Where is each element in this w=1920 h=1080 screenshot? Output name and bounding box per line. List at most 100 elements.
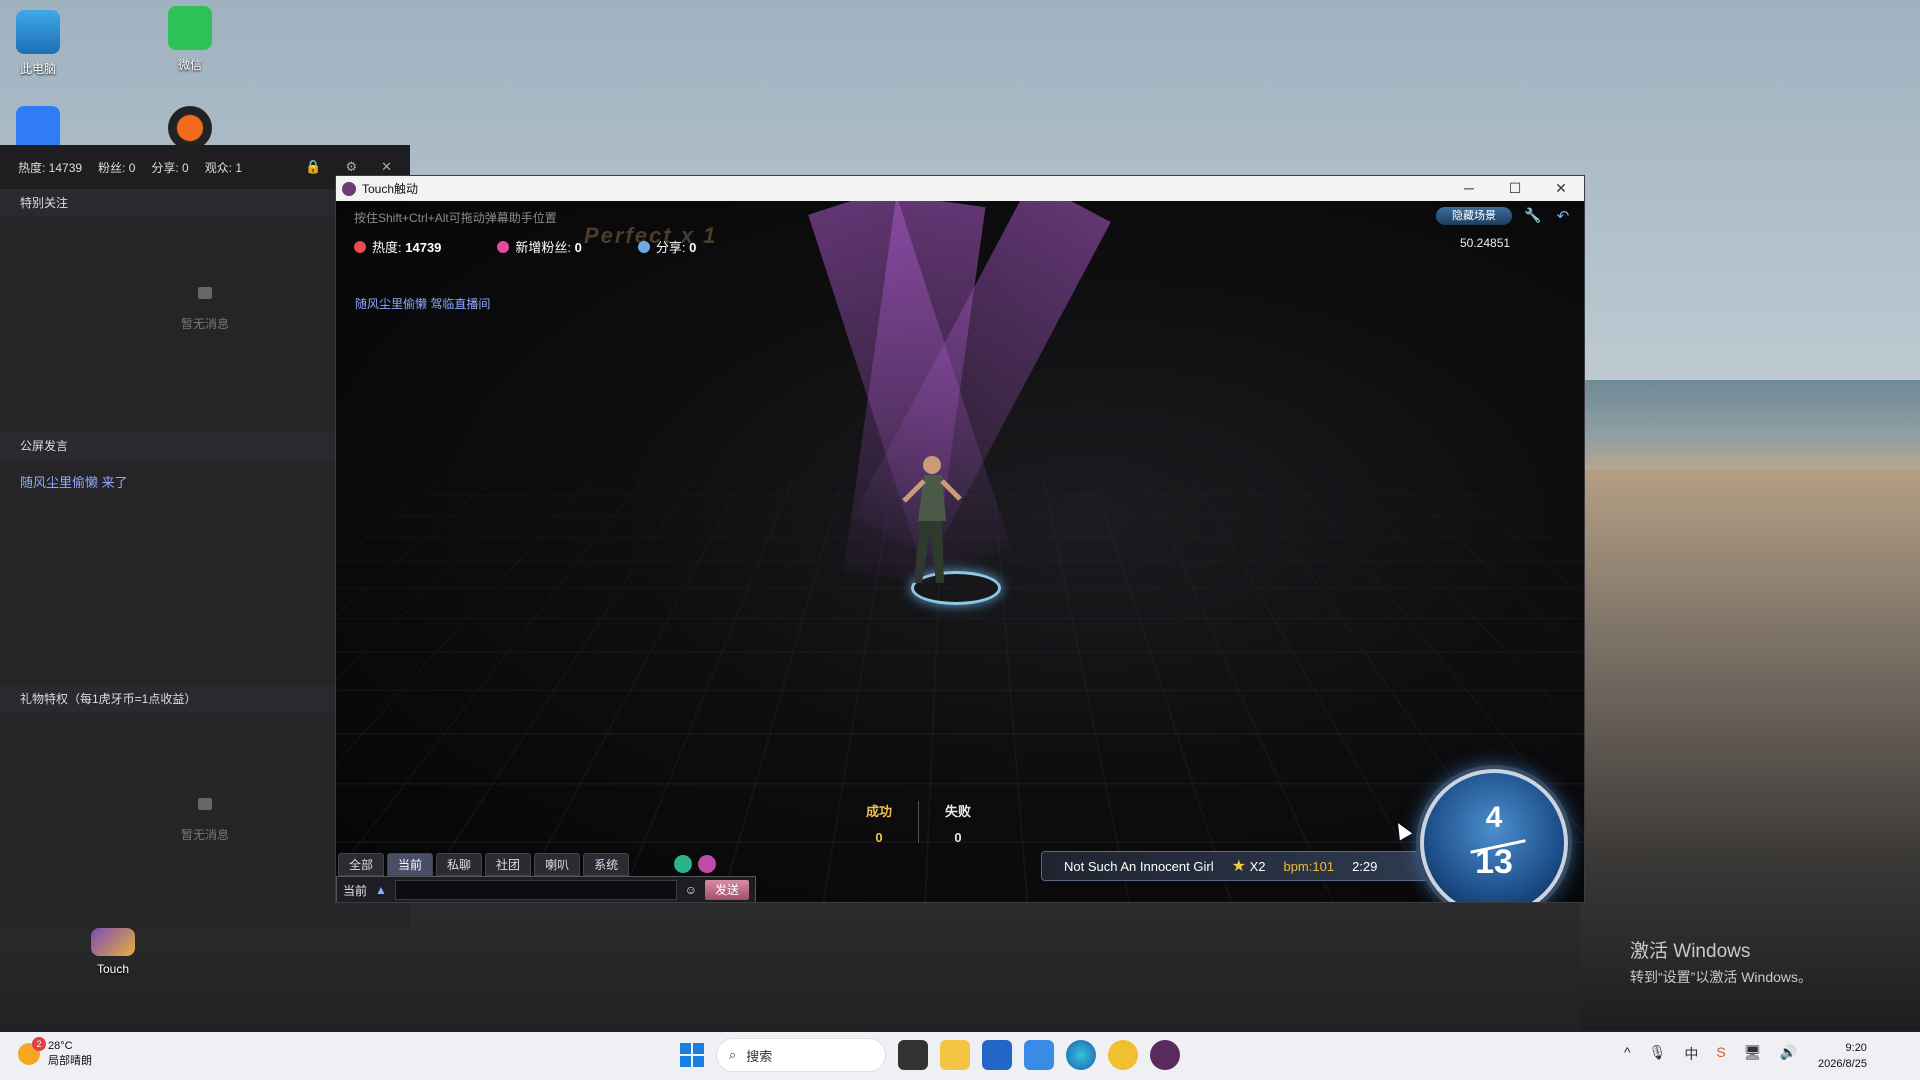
sogou-icon[interactable]: S [1716, 1044, 1725, 1064]
share-label: 分享: [655, 240, 686, 255]
search-placeholder: 搜索 [746, 1048, 773, 1064]
tab-private[interactable]: 私聊 [436, 853, 483, 876]
caret-up-icon[interactable]: ▲ [375, 883, 387, 897]
new-fans-value: 0 [574, 240, 582, 255]
activation-line1: 激活 Windows [1630, 941, 1751, 962]
song-info-bar: Not Such An Innocent Girl ★ X2 bpm:101 2… [1041, 851, 1431, 881]
new-fans-stat: 新增粉丝: 0 [497, 237, 582, 256]
network-icon[interactable]: 🖥 [1744, 1044, 1762, 1064]
overlay-stats: 热度: 14739 新增粉丝: 0 分享: 0 [354, 237, 696, 256]
system-tray: ^ 🎙 中 S 🖥 🔊 [1624, 1044, 1797, 1064]
fire-icon [354, 241, 366, 253]
window-titlebar: Touch触动 ─ ☐ ✕ [336, 176, 1584, 201]
recorder-app-icon [168, 106, 212, 150]
desktop-icon-touch[interactable]: Touch [68, 928, 158, 976]
chevron-up-icon[interactable]: ^ [1624, 1044, 1631, 1064]
windows-activation-watermark: 激活 Windows 转到“设置”以激活 Windows。 [1630, 936, 1812, 987]
star-icon: ★ [1231, 858, 1246, 875]
panel-share: 分享: 0 [151, 160, 189, 175]
fps-readout: 50.24851 [1460, 236, 1511, 250]
multiplier: ★ X2 [1232, 856, 1266, 876]
weather-sun-icon: 2 [18, 1037, 46, 1065]
chat-input[interactable] [394, 880, 677, 900]
panel-fans: 粉丝: 0 [98, 160, 136, 175]
multiplier-value: X2 [1249, 859, 1266, 874]
touch-taskbar-icon[interactable] [1150, 1040, 1180, 1070]
wrench-icon[interactable]: 🔧 [1524, 207, 1542, 225]
qq-app-icon[interactable] [1108, 1040, 1138, 1070]
desktop-icon-label: 微信 [177, 58, 202, 72]
heart-icon [497, 241, 510, 253]
settings-icon[interactable]: ⚙ [345, 159, 357, 175]
microphone-icon[interactable]: 🎙 [1649, 1044, 1667, 1064]
chat-channel-select[interactable]: 当前 [343, 882, 367, 899]
minimize-button[interactable]: ─ [1446, 180, 1492, 197]
wechat-icon [168, 6, 212, 50]
task-view-icon[interactable] [898, 1040, 928, 1070]
maximize-button[interactable]: ☐ [1492, 180, 1538, 197]
tab-guild[interactable]: 社团 [485, 853, 532, 876]
meitu-app-icon [16, 106, 60, 150]
panel-heat: 热度: 14739 [18, 160, 83, 175]
desktop-icon-label: 此电脑 [19, 62, 56, 76]
volume-icon[interactable]: 🔊 [1779, 1044, 1796, 1064]
pink-emoji-icon[interactable] [698, 855, 716, 873]
tab-all[interactable]: 全部 [338, 853, 385, 876]
success-label: 成功 [866, 804, 893, 819]
dancer-character [902, 456, 962, 583]
weather-desc: 局部晴朗 [48, 1055, 92, 1067]
fail-value: 0 [954, 830, 962, 845]
success-value: 0 [875, 830, 883, 845]
share-value: 0 [689, 240, 697, 255]
emoji-icon[interactable]: ☺ [685, 883, 697, 897]
desktop-icon-wechat[interactable]: 微信 [145, 6, 235, 73]
monitor-icon [16, 10, 60, 54]
tab-horn[interactable]: 喇叭 [534, 853, 581, 876]
touch-app-icon [342, 181, 356, 196]
chat-input-row: 当前 ▲ ☺ 发送 [336, 876, 756, 902]
window-title: Touch触动 [362, 182, 419, 196]
new-fans-label: 新增粉丝: [515, 240, 572, 255]
tab-current[interactable]: 当前 [387, 853, 434, 876]
file-explorer-icon[interactable] [940, 1040, 970, 1070]
hide-scene-button[interactable]: 隐藏场景 [1436, 207, 1512, 225]
fail-label: 失败 [945, 804, 972, 819]
chat-tabs: 全部 当前 私聊 社团 喇叭 系统 [338, 853, 630, 876]
windows-start-icon[interactable] [680, 1043, 704, 1067]
gift-privilege-title: 礼物特权（每1虎牙币=1点收益） [20, 692, 197, 706]
edge-browser-icon[interactable] [1066, 1040, 1096, 1070]
empty-tray-icon [198, 798, 212, 810]
close-icon[interactable]: ✕ [381, 159, 392, 175]
tab-system[interactable]: 系统 [583, 853, 630, 876]
heat-value: 14739 [405, 240, 442, 255]
song-bpm: bpm:101 [1283, 858, 1335, 874]
touch-game-icon [91, 928, 135, 956]
weather-temp: 28°C [48, 1040, 73, 1052]
back-arrow-icon[interactable]: ↶ [1554, 207, 1572, 225]
green-emoji-icon[interactable] [674, 855, 692, 873]
send-button[interactable]: 发送 [705, 880, 749, 900]
taskbar-clock[interactable]: 9:20 2026/8/25 [1818, 1040, 1867, 1072]
lock-icon[interactable]: 🔒 [305, 159, 321, 175]
share-icon [637, 241, 650, 253]
song-time: 2:29 [1352, 858, 1378, 874]
close-button[interactable]: ✕ [1538, 180, 1584, 197]
result-counter: 成功 0 失败 0 [866, 801, 971, 845]
wallpaper-sea [1580, 380, 1920, 470]
touch-game-window: Touch触动 ─ ☐ ✕ 按住Shift+Ctrl+Alt可拖动弹幕助手位置 … [335, 175, 1585, 903]
heat-stat: 热度: 14739 [354, 237, 441, 256]
result-divider [918, 801, 920, 843]
desktop-icon-this-pc[interactable]: 此电脑 [0, 10, 83, 77]
heat-label: 热度: [372, 240, 402, 255]
microsoft-store-icon[interactable] [982, 1040, 1012, 1070]
taskbar-apps: ⌕ 搜索 [680, 1038, 1180, 1072]
meitu-taskbar-icon[interactable] [1024, 1040, 1054, 1070]
weather-widget[interactable]: 2 28°C 局部晴朗 [18, 1037, 92, 1068]
game-stage: 按住Shift+Ctrl+Alt可拖动弹幕助手位置 Perfect x 1 热度… [336, 201, 1584, 902]
clock-time: 9:20 [1845, 1042, 1867, 1054]
taskbar-search[interactable]: ⌕ 搜索 [716, 1038, 886, 1072]
viewer-enter-message: 随风尘里偷懒 驾临直播间 [355, 297, 491, 311]
ime-icon[interactable]: 中 [1684, 1044, 1698, 1064]
activation-line2: 转到“设置”以激活 Windows。 [1630, 969, 1813, 985]
taskbar: 2 28°C 局部晴朗 ⌕ 搜索 ^ 🎙 中 S 🖥 🔊 9:20 2026/8… [0, 1032, 1920, 1080]
